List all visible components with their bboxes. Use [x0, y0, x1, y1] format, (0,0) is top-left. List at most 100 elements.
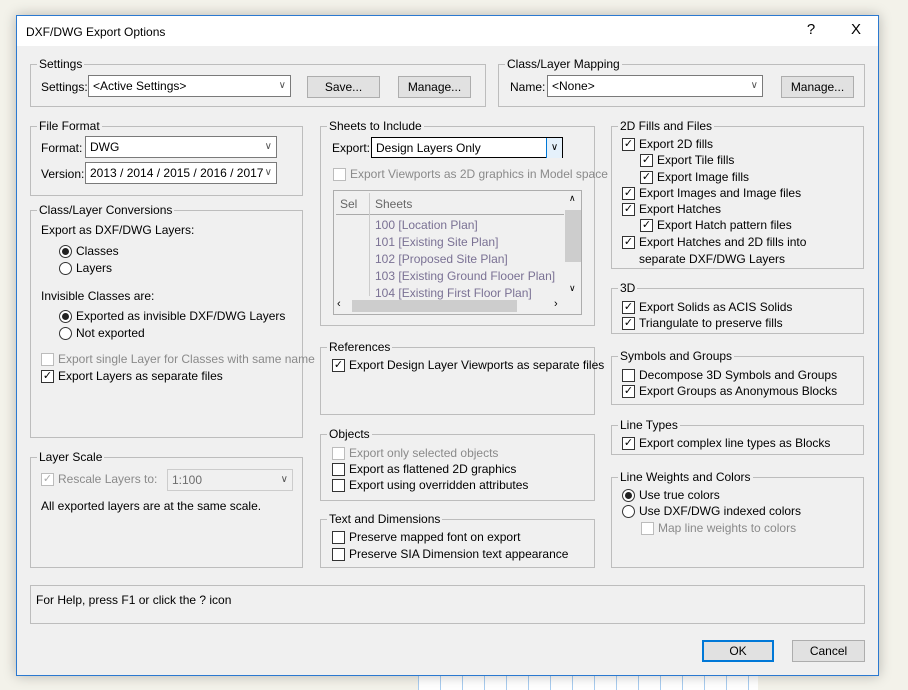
vertical-scrollbar[interactable]: ∧ ∨ — [565, 191, 581, 298]
help-icon[interactable]: ? — [799, 21, 823, 38]
checkbox-icon[interactable] — [332, 548, 345, 561]
tile-fills-checkbox[interactable]: Export Tile fills — [640, 154, 734, 169]
option-label: Export Hatches and 2D fills into — [639, 235, 807, 249]
map-line-weights-checkbox[interactable]: Map line weights to colors — [641, 522, 796, 537]
hatch-files-checkbox[interactable]: Export Hatch pattern files — [640, 219, 792, 234]
cancel-button[interactable]: Cancel — [792, 640, 865, 662]
checkbox-icon[interactable] — [622, 317, 635, 330]
radio-icon[interactable] — [59, 327, 72, 340]
sheet-row[interactable]: 101 [Existing Site Plan] — [375, 235, 498, 249]
radio-icon[interactable] — [622, 505, 635, 518]
checkbox-icon[interactable] — [622, 138, 635, 151]
sheet-row[interactable]: 102 [Proposed Site Plan] — [375, 252, 508, 266]
checkbox-icon[interactable] — [640, 219, 653, 232]
preserve-font-checkbox[interactable]: Preserve mapped font on export — [332, 531, 520, 546]
acis-checkbox[interactable]: Export Solids as ACIS Solids — [622, 301, 792, 316]
flattened-checkbox[interactable]: Export as flattened 2D graphics — [332, 463, 516, 478]
option-label: Layers — [76, 261, 113, 275]
layers-radio[interactable]: Layers — [59, 262, 112, 277]
exported-invisible-radio[interactable]: Exported as invisible DXF/DWG Layers — [59, 310, 285, 325]
save-button[interactable]: Save... — [307, 76, 380, 98]
radio-icon[interactable] — [59, 310, 72, 323]
close-icon[interactable]: X — [844, 21, 868, 38]
checkbox-icon[interactable] — [332, 359, 345, 372]
radio-icon[interactable] — [622, 489, 635, 502]
checkbox-icon[interactable] — [622, 203, 635, 216]
export-value: Design Layers Only — [376, 141, 481, 155]
checkbox-icon[interactable] — [640, 154, 653, 167]
classes-radio[interactable]: Classes — [59, 245, 119, 260]
format-select[interactable]: DWG ∨ — [85, 136, 277, 158]
triangulate-checkbox[interactable]: Triangulate to preserve fills — [622, 317, 783, 332]
sheet-row[interactable]: 104 [Existing First Floor Plan] — [375, 286, 532, 300]
option-label: Rescale Layers to: — [58, 472, 158, 486]
separate-layers-checkbox[interactable]: Export Hatches and 2D fills into — [622, 236, 806, 251]
option-label: Export Layers as separate files — [58, 369, 223, 383]
mapping-manage-button[interactable]: Manage... — [781, 76, 854, 98]
export-2d-fills-checkbox[interactable]: Export 2D fills — [622, 138, 713, 153]
checkbox-icon[interactable] — [41, 370, 54, 383]
checkbox-icon[interactable] — [332, 531, 345, 544]
complex-line-types-checkbox[interactable]: Export complex line types as Blocks — [622, 437, 830, 452]
export-select[interactable]: Design Layers Only ∨ — [371, 137, 563, 158]
checkbox-icon[interactable] — [332, 447, 345, 460]
version-select[interactable]: 2013 / 2014 / 2015 / 2016 / 2017 ∨ — [85, 162, 277, 184]
group-label: Class/Layer Conversions — [37, 203, 175, 217]
decompose-checkbox[interactable]: Decompose 3D Symbols and Groups — [622, 369, 837, 384]
true-colors-radio[interactable]: Use true colors — [622, 489, 720, 504]
not-exported-radio[interactable]: Not exported — [59, 327, 145, 342]
checkbox-icon[interactable] — [622, 236, 635, 249]
column-header-sheets[interactable]: Sheets — [375, 197, 412, 211]
viewports-checkbox[interactable]: Export Viewports as 2D graphics in Model… — [333, 168, 608, 183]
checkbox-icon[interactable] — [622, 385, 635, 398]
indexed-colors-radio[interactable]: Use DXF/DWG indexed colors — [622, 505, 801, 520]
checkbox-icon[interactable] — [641, 522, 654, 535]
option-label: Decompose 3D Symbols and Groups — [639, 368, 838, 382]
option-label: Export Hatches — [639, 202, 722, 216]
sheet-row[interactable]: 100 [Location Plan] — [375, 218, 478, 232]
rescale-checkbox[interactable]: Rescale Layers to: — [41, 473, 157, 488]
checkbox-icon[interactable] — [41, 353, 54, 366]
single-layer-checkbox[interactable]: Export single Layer for Classes with sam… — [41, 353, 315, 368]
export-as-label: Export as DXF/DWG Layers: — [41, 223, 195, 237]
mapping-select[interactable]: <None> ∨ — [547, 75, 763, 97]
selected-only-checkbox[interactable]: Export only selected objects — [332, 447, 498, 462]
checkbox-icon[interactable] — [622, 437, 635, 450]
image-fills-checkbox[interactable]: Export Image fills — [640, 171, 749, 186]
dialog-title: DXF/DWG Export Options — [26, 25, 166, 39]
option-label: Export complex line types as Blocks — [639, 436, 831, 450]
checkbox-icon[interactable] — [622, 187, 635, 200]
column-header-sel[interactable]: Sel — [340, 197, 357, 211]
scale-select[interactable]: 1:100 ∨ — [167, 469, 293, 491]
checkbox-icon[interactable] — [41, 473, 54, 486]
separate-files-checkbox[interactable]: Export Layers as separate files — [41, 370, 223, 385]
checkbox-icon[interactable] — [640, 171, 653, 184]
export-label: Export: — [332, 141, 371, 155]
checkbox-icon[interactable] — [332, 479, 345, 492]
option-label: Preserve SIA Dimension text appearance — [349, 547, 569, 561]
settings-manage-button[interactable]: Manage... — [398, 76, 471, 98]
images-checkbox[interactable]: Export Images and Image files — [622, 187, 801, 202]
group-label: Sheets to Include — [327, 119, 424, 133]
group-label: 3D — [618, 281, 638, 295]
ok-button[interactable]: OK — [702, 640, 774, 662]
sheet-row[interactable]: 103 [Existing Ground Flooer Plan] — [375, 269, 555, 283]
checkbox-icon[interactable] — [622, 369, 635, 382]
option-label: Export Design Layer Viewports as separat… — [349, 358, 605, 372]
invisible-classes-label: Invisible Classes are: — [41, 289, 155, 303]
scale-value: 1:100 — [172, 473, 203, 487]
option-label: Map line weights to colors — [658, 521, 797, 535]
chevron-down-icon: ∨ — [264, 141, 272, 152]
radio-icon[interactable] — [59, 245, 72, 258]
overridden-checkbox[interactable]: Export using overridden attributes — [332, 479, 528, 494]
dlvp-separate-checkbox[interactable]: Export Design Layer Viewports as separat… — [332, 359, 604, 374]
preserve-sia-checkbox[interactable]: Preserve SIA Dimension text appearance — [332, 548, 568, 563]
anonymous-blocks-checkbox[interactable]: Export Groups as Anonymous Blocks — [622, 385, 837, 400]
settings-select[interactable]: <Active Settings> ∨ — [88, 75, 291, 97]
checkbox-icon[interactable] — [332, 463, 345, 476]
checkbox-icon[interactable] — [333, 168, 346, 181]
checkbox-icon[interactable] — [622, 301, 635, 314]
radio-icon[interactable] — [59, 262, 72, 275]
chevron-down-icon: ∨ — [280, 474, 288, 485]
hatches-checkbox[interactable]: Export Hatches — [622, 203, 721, 218]
